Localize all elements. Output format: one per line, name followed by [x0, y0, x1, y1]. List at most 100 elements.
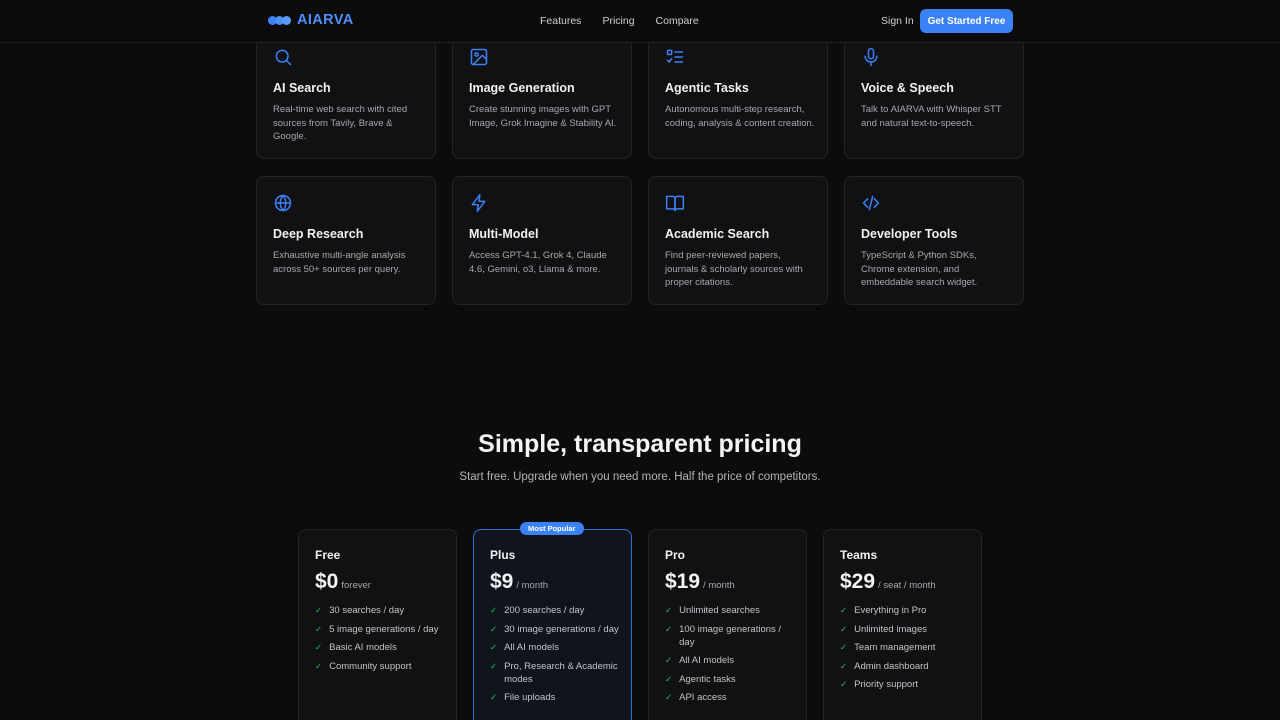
- top-nav: AIARVA Features Pricing Compare Sign In …: [0, 0, 1280, 43]
- plan-feature: ✓ Agentic tasks: [665, 673, 736, 685]
- plan-feature: ✓ File uploads: [490, 692, 556, 703]
- book-icon: [665, 193, 685, 213]
- plan-feature: ✓ Team management: [840, 642, 936, 653]
- plan-name: Pro: [665, 548, 686, 562]
- landing-page: AIARVA Features Pricing Compare Sign In …: [0, 0, 1280, 720]
- plan-card-pro[interactable]: Pro $19 / month ✓ Unlimited searches ✓ 100…: [648, 529, 807, 720]
- search-icon: [273, 47, 293, 67]
- feature-description: Exhaustive multi-angle analysis across 5…: [273, 250, 406, 275]
- plan-feature: ✓ Unlimited searches: [665, 605, 760, 616]
- feature-card-voice-speech: Voice & Speech Talk to AIARVA with Whisp…: [844, 30, 1024, 159]
- feature-description: Find peer-reviewed papers, journals & sc…: [665, 250, 803, 288]
- check-icon: ✓: [665, 692, 673, 702]
- nav-link-compare[interactable]: Compare: [656, 15, 699, 27]
- nav-link-pricing[interactable]: Pricing: [602, 15, 634, 27]
- plan-card-teams[interactable]: Teams $29 / seat / month ✓ Everything in …: [823, 529, 982, 720]
- plan-amount: $19: [665, 570, 701, 593]
- check-icon: ✓: [840, 623, 848, 634]
- feature-title: Image Generation: [469, 81, 575, 95]
- plan-feature: ✓ Community support: [315, 660, 412, 672]
- check-icon: ✓: [665, 623, 673, 634]
- feature-card-image-generation: Image Generation Create stunning images …: [452, 30, 632, 159]
- check-icon: ✓: [840, 660, 848, 671]
- nav-link-features[interactable]: Features: [540, 15, 581, 27]
- feature-title: Deep Research: [273, 227, 364, 241]
- feature-card-multi-model: Multi-Model Access GPT-4.1, Grok 4, Clau…: [452, 176, 632, 305]
- check-icon: ✓: [840, 605, 848, 615]
- plan-amount: $0: [315, 570, 339, 593]
- check-icon: ✓: [490, 605, 498, 615]
- brand-logo[interactable]: AIARVA: [268, 12, 354, 28]
- check-icon: ✓: [665, 655, 673, 665]
- get-started-button[interactable]: Get Started Free: [920, 9, 1013, 33]
- feature-title: Multi-Model: [469, 227, 539, 241]
- lightning-icon: [469, 193, 489, 213]
- feature-description: Create stunning images with GPT Image, G…: [469, 104, 617, 129]
- plan-price: $29 / seat / month: [840, 570, 936, 594]
- plan-feature: ✓ Everything in Pro: [840, 605, 927, 616]
- feature-description: Talk to AIARVA with Whisper STT and natu…: [861, 104, 1002, 129]
- feature-description: Real-time web search with cited sources …: [273, 104, 408, 142]
- check-icon: ✓: [490, 660, 498, 671]
- plan-feature-list: ✓ 30 searches / day ✓ 5 image generations …: [315, 604, 445, 678]
- brand-name: AIARVA: [297, 12, 354, 28]
- plan-feature: ✓ 5 image generations / day: [315, 623, 439, 635]
- feature-title: Agentic Tasks: [665, 81, 749, 95]
- plan-period: / seat / month: [878, 580, 936, 591]
- feature-description: Autonomous multi-step research, coding, …: [665, 104, 815, 129]
- nav-links: Features Pricing Compare: [540, 15, 699, 27]
- check-icon: ✓: [665, 605, 673, 615]
- plan-price: $19 / month: [665, 570, 735, 594]
- feature-card-developer-tools: Developer Tools TypeScript & Python SDKs…: [844, 176, 1024, 305]
- feature-title: Academic Search: [665, 227, 770, 241]
- code-icon: [861, 193, 881, 213]
- plan-period: forever: [341, 580, 371, 591]
- sign-in-link[interactable]: Sign In: [881, 15, 914, 27]
- plan-feature: ✓ All AI models: [490, 642, 560, 653]
- plan-feature: ✓ 30 image generations / day: [490, 623, 619, 635]
- image-icon: [469, 47, 489, 67]
- plan-feature-list: ✓ Everything in Pro ✓ Unlimited images ✓ Te…: [840, 604, 970, 697]
- check-icon: ✓: [315, 660, 323, 671]
- feature-title: Developer Tools: [861, 227, 958, 241]
- pricing-title: Simple, transparent pricing: [478, 430, 802, 458]
- plan-card-plus[interactable]: Most Popular Plus $9 / month ✓ 200 search…: [473, 522, 632, 720]
- plan-amount: $9: [490, 570, 514, 593]
- feature-card-deep-research: Deep Research Exhaustive multi-angle ana…: [256, 176, 436, 305]
- check-icon: ✓: [315, 605, 323, 615]
- plan-feature: ✓ 30 searches / day: [315, 605, 405, 616]
- plan-card-free[interactable]: Free $0 forever ✓ 30 searches / day ✓ 5 im…: [298, 529, 457, 720]
- check-icon: ✓: [840, 642, 848, 652]
- feature-title: AI Search: [273, 81, 331, 95]
- plan-amount: $29: [840, 570, 876, 593]
- most-popular-badge: Most Popular: [520, 522, 584, 535]
- check-icon: ✓: [665, 673, 673, 684]
- brand-mark-icon: [268, 15, 291, 25]
- plan-period: / month: [703, 580, 735, 591]
- plan-feature-list: ✓ Unlimited searches ✓ 100 image generatio…: [665, 604, 795, 710]
- feature-description: TypeScript & Python SDKs, Chrome extensi…: [861, 250, 978, 288]
- plan-name: Plus: [490, 548, 516, 562]
- check-icon: ✓: [490, 642, 498, 652]
- feature-card-academic-search: Academic Search Find peer-reviewed paper…: [648, 176, 828, 305]
- plan-feature: ✓ Basic AI models: [315, 642, 397, 653]
- globe-icon: [273, 193, 293, 213]
- check-icon: ✓: [315, 623, 323, 634]
- plan-feature: ✓ 100 image generations / day: [665, 623, 782, 648]
- check-icon: ✓: [490, 692, 498, 702]
- feature-card-ai-search: AI Search Real-time web search with cite…: [256, 30, 436, 159]
- check-icon: ✓: [840, 679, 848, 689]
- pricing-subtitle: Start free. Upgrade when you need more. …: [459, 471, 821, 483]
- plan-name: Free: [315, 548, 341, 562]
- plan-feature-list: ✓ 200 searches / day ✓ 30 image generation…: [490, 604, 620, 710]
- task-list-icon: [665, 47, 685, 67]
- plan-price: $0 forever: [315, 570, 371, 594]
- feature-card-agentic-tasks: Agentic Tasks Autonomous multi-step rese…: [648, 30, 828, 159]
- plan-feature: ✓ Admin dashboard: [840, 660, 929, 672]
- plan-name: Teams: [840, 548, 878, 562]
- plan-period: / month: [516, 580, 549, 591]
- plan-price: $9 / month: [490, 570, 548, 594]
- feature-title: Voice & Speech: [861, 81, 954, 95]
- microphone-icon: [861, 47, 881, 67]
- plan-feature: ✓ API access: [665, 692, 727, 703]
